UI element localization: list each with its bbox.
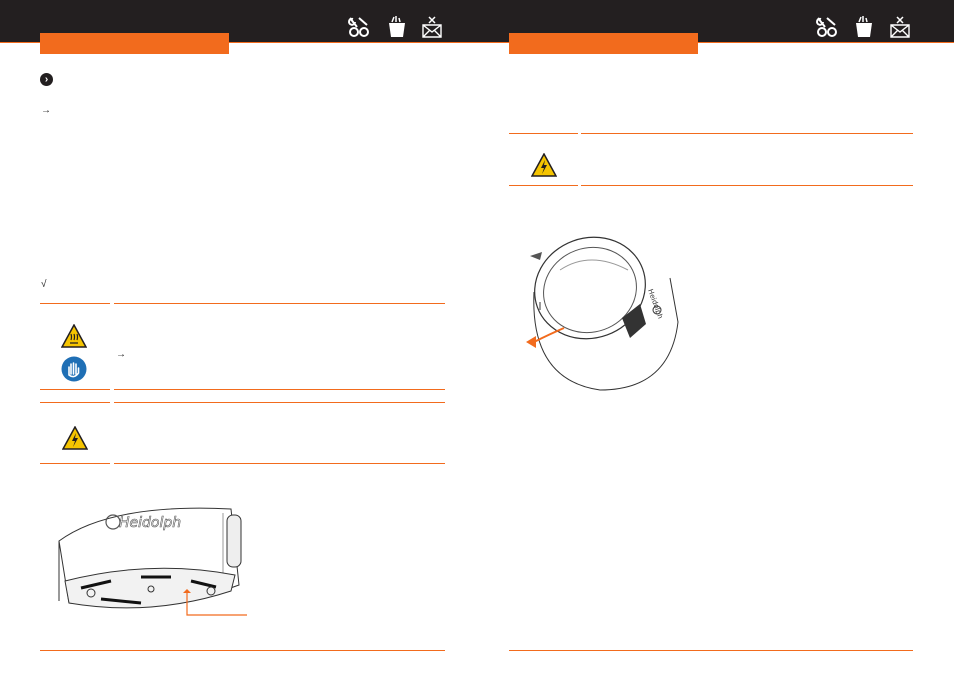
electrical-hazard-icon [530, 152, 558, 182]
brand-logo: Heidolph [119, 515, 181, 531]
arrow-bullet: → [41, 105, 51, 116]
electrical-hazard-icon [61, 425, 89, 455]
right-warning-box-top-rule [509, 133, 578, 134]
footer-rule-left [40, 650, 445, 651]
right-warning-box-bottom-rule-right [581, 185, 913, 186]
warning-box-2-top-rule [40, 402, 110, 403]
warning-box-1-bottom-rule-right [114, 389, 445, 390]
wrench-screwdriver-icon [815, 16, 839, 38]
check-bullet: √ [41, 279, 47, 290]
warning-box-1-top-rule [40, 303, 110, 304]
wear-gloves-icon [61, 356, 87, 387]
chevron-right-circle-icon: › [40, 73, 53, 86]
warning-box-1-bottom-rule [40, 389, 110, 390]
header-rule-left [0, 42, 477, 43]
bucket-icon [386, 15, 408, 39]
warning-box-2-bottom-rule [40, 463, 110, 464]
envelope-tools-icon [889, 15, 911, 39]
section-title-tab-left [40, 33, 229, 54]
arrow-bullet: → [116, 349, 126, 360]
right-warning-box-top-rule-right [581, 133, 913, 134]
warning-box-2-bottom-rule-right [114, 463, 445, 464]
hot-surface-warning-icon [60, 323, 88, 353]
device-underside-figure: Heidolph [51, 493, 251, 628]
section-title-tab-right [509, 33, 698, 54]
ring-rotation-figure: Heidolph [520, 230, 690, 400]
bucket-icon [853, 15, 875, 39]
warning-box-1-top-rule-right [114, 303, 445, 304]
envelope-tools-icon [421, 15, 443, 39]
warning-box-2-top-rule-right [114, 402, 445, 403]
footer-rule-right [509, 650, 913, 651]
header-rule-right [477, 42, 954, 43]
right-warning-box-bottom-rule [509, 185, 578, 186]
wrench-screwdriver-icon [347, 16, 371, 38]
